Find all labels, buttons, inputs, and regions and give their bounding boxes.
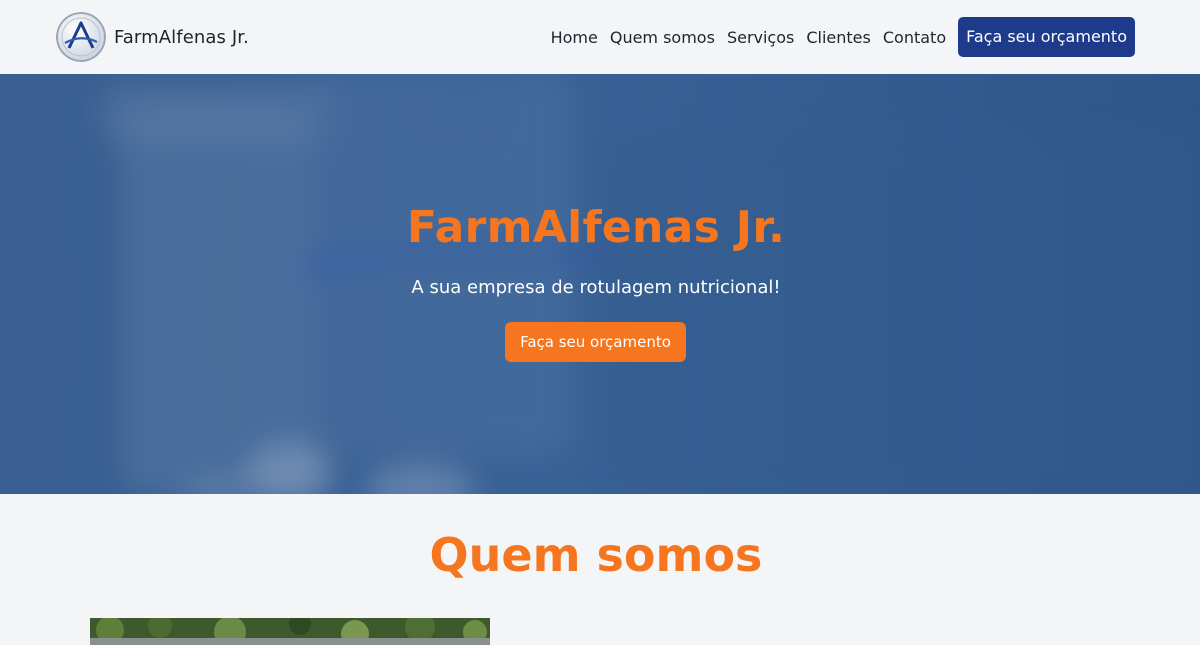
nav-home[interactable]: Home [545,28,604,47]
hero-subtitle: A sua empresa de rotulagem nutricional! [411,277,781,298]
main-nav: Home Quem somos Serviços Clientes Contat… [545,17,1135,57]
nav-servicos[interactable]: Serviços [721,28,800,47]
hero-section: FarmAlfenas Jr. A sua empresa de rotulag… [0,74,1200,494]
hero-title: FarmAlfenas Jr. [406,202,786,253]
farmalfenas-logo-icon [56,12,106,62]
nav-clientes[interactable]: Clientes [800,28,877,47]
hero-content: FarmAlfenas Jr. A sua empresa de rotulag… [0,74,1200,494]
nav-quem-somos[interactable]: Quem somos [604,28,721,47]
nav-contato[interactable]: Contato [877,28,952,47]
brand-link[interactable]: FarmAlfenas Jr. [56,12,249,62]
about-title: Quem somos [429,528,763,582]
brand-name: FarmAlfenas Jr. [114,26,249,48]
navbar: FarmAlfenas Jr. Home Quem somos Serviços… [0,0,1200,74]
nav-quote-button[interactable]: Faça seu orçamento [958,17,1135,57]
about-team-photo [90,618,490,645]
hero-quote-button[interactable]: Faça seu orçamento [505,322,686,362]
